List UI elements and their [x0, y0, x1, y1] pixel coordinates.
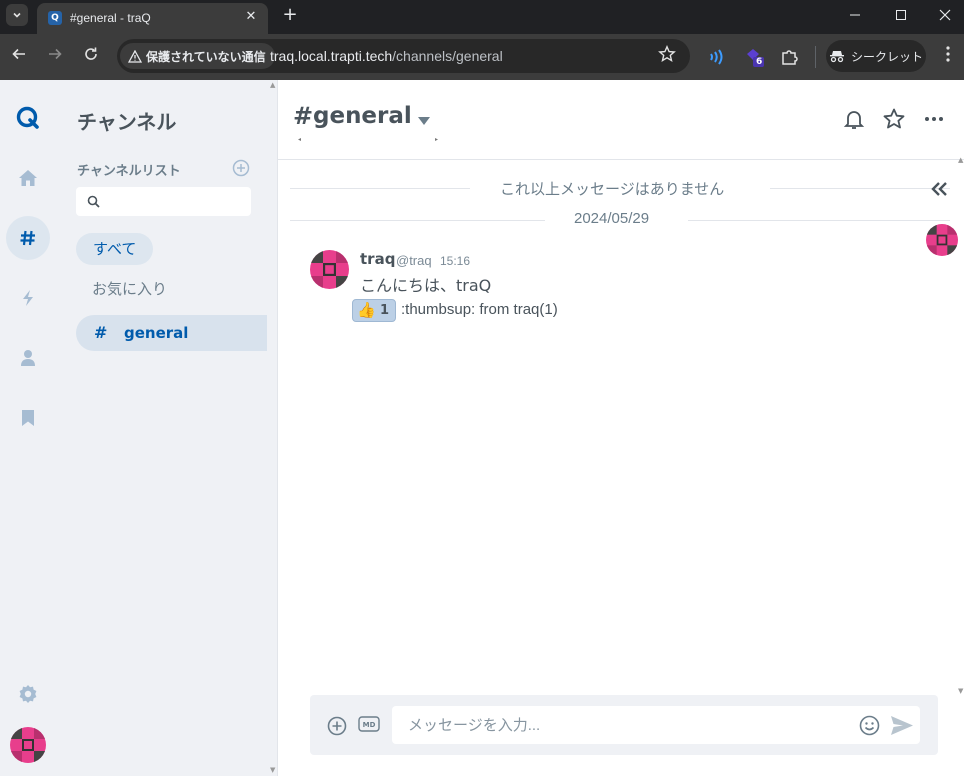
emoji-picker-icon[interactable] [859, 715, 880, 736]
message-author-id: @traq [396, 253, 432, 268]
stamp-count: 1 [380, 303, 390, 318]
back-arrow-icon[interactable] [8, 46, 30, 68]
viewer-avatar[interactable] [926, 224, 958, 256]
channel-sidebar: チャンネル チャンネルリスト すべて お気に入り # general ▲ ▼ [56, 80, 278, 776]
stamp-description: :thumbsup: from traq(1) [401, 301, 558, 318]
warning-icon [128, 49, 142, 63]
notification-bell-icon[interactable] [842, 107, 866, 131]
date-divider: 2024/05/29 [290, 210, 950, 230]
close-window-icon[interactable] [922, 0, 964, 30]
channel-view: # general ◂ ▸ これ以上メッセージはありません 2024/05/29… [278, 80, 964, 776]
incognito-indicator[interactable]: シークレット [826, 40, 926, 72]
filter-favorites-button[interactable]: お気に入り [92, 278, 167, 299]
address-bar[interactable]: 保護されていない通信 traq.local.trapti.tech/channe… [117, 39, 690, 73]
bookmark-star-icon[interactable] [656, 45, 678, 67]
message-item[interactable]: traq @traq 15:16 こんにちは、traQ 👍 1 :thumbsu… [310, 250, 910, 330]
message-body: こんにちは、traQ [360, 276, 492, 295]
url-host: traq.local.trapti.tech [270, 48, 393, 64]
settings-gear-icon[interactable] [6, 672, 50, 716]
extensions-puzzle-icon[interactable] [779, 46, 801, 68]
sidebar-scrollbar[interactable]: ▲ ▼ [269, 80, 277, 776]
message-input[interactable] [408, 714, 848, 736]
channel-item-label: general [124, 324, 189, 342]
filter-all-button[interactable]: すべて [76, 233, 154, 265]
clips-bookmark-icon[interactable] [6, 396, 50, 440]
more-options-icon[interactable] [922, 107, 946, 131]
markdown-toggle-icon[interactable]: MD [358, 716, 380, 736]
browser-menu-icon[interactable] [938, 46, 958, 68]
forward-arrow-icon[interactable] [44, 46, 66, 68]
message-timestamp: 15:16 [440, 254, 471, 268]
tab-title: #general - traQ [70, 11, 151, 25]
sidebar-title: チャンネル [77, 110, 177, 134]
incognito-icon [829, 51, 844, 63]
message-composer: MD [310, 695, 938, 755]
extension-badge: 6 [756, 57, 763, 67]
channel-item-general[interactable]: # general [76, 315, 267, 351]
browser-tab-active[interactable]: Q #general - traQ ✕ [37, 3, 268, 34]
extension-gem-icon[interactable]: 6 [744, 46, 766, 68]
toolbar-separator [815, 46, 816, 68]
users-person-icon[interactable] [6, 336, 50, 380]
channel-list-title: チャンネルリスト [77, 164, 181, 179]
add-channel-plus-icon[interactable] [232, 159, 250, 177]
navigation-rail [0, 80, 56, 776]
minimize-window-icon[interactable] [832, 0, 878, 30]
incognito-label: シークレット [850, 49, 923, 64]
expand-sidebar-chevrons-icon[interactable] [931, 180, 955, 202]
favorite-star-icon[interactable] [882, 107, 906, 131]
reload-icon[interactable] [80, 46, 102, 68]
thumbsup-icon: 👍 [357, 301, 376, 319]
channel-search-input[interactable] [76, 187, 251, 216]
security-label: 保護されていない通信 [146, 49, 266, 64]
timeline-scroll-up-arrow[interactable]: ▲ [958, 156, 963, 164]
timeline-scroll-down-arrow[interactable]: ▼ [958, 687, 963, 695]
date-label: 2024/05/29 [574, 210, 650, 227]
browser-tab-bar: Q #general - traQ ✕ + [0, 0, 964, 34]
send-icon[interactable] [890, 715, 914, 736]
tab-close-icon[interactable]: ✕ [243, 9, 259, 25]
channel-header-hash: # [293, 102, 314, 130]
home-icon[interactable] [6, 156, 50, 200]
no-more-messages-label: これ以上メッセージはありません [500, 181, 725, 198]
message-author-name[interactable]: traq [360, 250, 395, 268]
chevron-down-icon [13, 12, 21, 18]
topic-scroll-indicator: ◂ ▸ [298, 136, 439, 143]
traq-logo-icon[interactable] [6, 96, 50, 140]
traq-favicon-icon: Q [48, 11, 62, 25]
my-avatar[interactable] [6, 723, 50, 767]
search-icon [87, 195, 100, 208]
new-tab-button[interactable]: + [280, 5, 300, 25]
url-path: /channels/general [392, 48, 503, 64]
url-text: traq.local.trapti.tech/channels/general [270, 48, 503, 64]
extension-wave-icon[interactable] [705, 46, 727, 68]
tab-search-button[interactable] [6, 4, 28, 26]
avatar[interactable] [310, 250, 349, 289]
attach-plus-icon[interactable] [327, 716, 349, 736]
maximize-window-icon[interactable] [878, 0, 924, 30]
caret-down-icon[interactable] [417, 111, 431, 130]
no-more-messages-divider: これ以上メッセージはありません [290, 178, 950, 198]
svg-text:MD: MD [363, 721, 376, 729]
channel-header: # general ◂ ▸ [278, 80, 964, 160]
channel-header-name[interactable]: general [313, 103, 412, 129]
activity-lightning-icon[interactable] [6, 276, 50, 320]
channels-hash-icon[interactable] [6, 216, 50, 260]
browser-toolbar: 保護されていない通信 traq.local.trapti.tech/channe… [0, 34, 964, 80]
security-chip[interactable]: 保護されていない通信 [120, 43, 275, 69]
traq-app: チャンネル チャンネルリスト すべて お気に入り # general ▲ ▼ #… [0, 80, 964, 776]
stamp-thumbsup-button[interactable]: 👍 1 [352, 299, 396, 322]
channel-hash-icon: # [94, 323, 108, 342]
message-input-box [392, 706, 920, 744]
